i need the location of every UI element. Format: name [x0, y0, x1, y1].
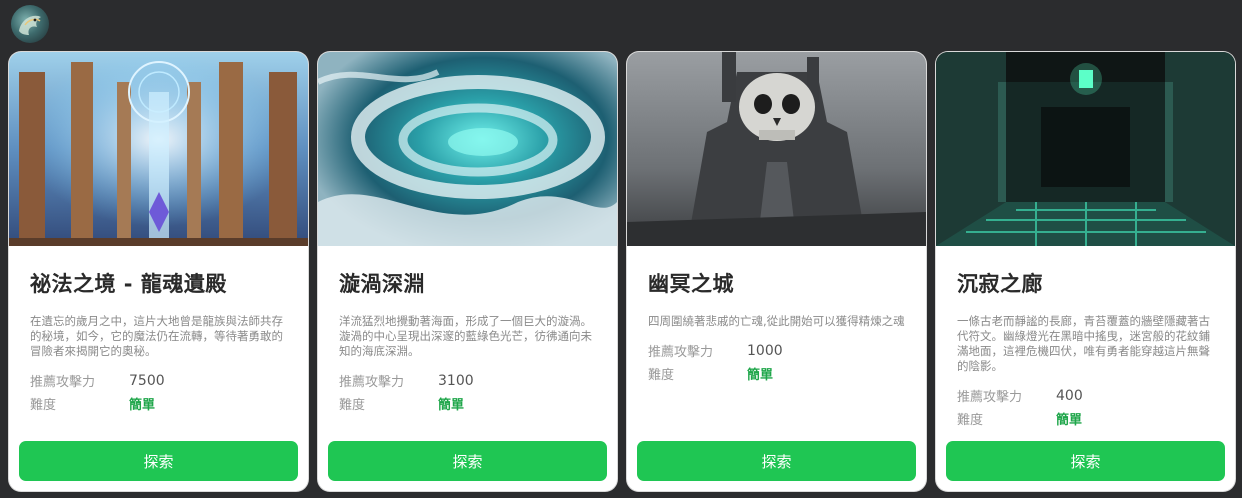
dungeon-card-list: 祕法之境 - 龍魂遺殿 在遺忘的歲月之中，這片大地曾是龍族與法師共存的秘境，如今… — [9, 52, 1235, 491]
difficulty-value: 簡單 — [438, 398, 465, 413]
dragon-avatar-icon[interactable] — [11, 5, 49, 43]
card-description: 洋流猛烈地攪動著海面，形成了一個巨大的漩渦。漩渦的中心呈現出深邃的藍綠色光芒，彷… — [339, 314, 592, 358]
difficulty-label: 難度 — [30, 398, 57, 413]
explore-button[interactable]: 探索 — [19, 441, 298, 481]
difficulty-value: 簡單 — [747, 368, 774, 383]
difficulty-row: 難度 簡單 — [648, 362, 906, 385]
explore-button[interactable]: 探索 — [328, 441, 607, 481]
difficulty-row: 難度 簡單 — [339, 392, 597, 415]
difficulty-value: 簡單 — [1056, 413, 1083, 428]
explore-button[interactable]: 探索 — [946, 441, 1225, 481]
dungeon-image-silent-corridor — [936, 52, 1235, 246]
power-label: 推薦攻擊力 — [339, 375, 405, 390]
card-description: 一條古老而靜謐的長廊，青苔覆蓋的牆壁隱藏著古代符文。幽綠燈光在黑暗中搖曳，迷宮般… — [957, 314, 1210, 373]
difficulty-label: 難度 — [648, 368, 675, 383]
card-title: 漩渦深淵 — [339, 272, 425, 296]
power-value: 3100 — [438, 372, 474, 389]
dungeon-card: 祕法之境 - 龍魂遺殿 在遺忘的歲月之中，這片大地曾是龍族與法師共存的秘境，如今… — [9, 52, 308, 491]
dungeon-image-skull-castle — [627, 52, 926, 246]
card-title: 幽冥之城 — [648, 272, 734, 296]
difficulty-row: 難度 簡單 — [957, 407, 1215, 430]
dungeon-card: 幽冥之城 四周圍繞著悲戚的亡魂,從此開始可以獲得精煉之魂 推薦攻擊力 1000 … — [627, 52, 926, 491]
dungeon-image-arcane-temple — [9, 52, 308, 246]
power-row: 推薦攻擊力 400 — [957, 384, 1215, 407]
power-row: 推薦攻擊力 1000 — [648, 339, 906, 362]
power-value: 400 — [1056, 387, 1083, 404]
power-value: 1000 — [747, 342, 783, 359]
explore-button[interactable]: 探索 — [637, 441, 916, 481]
power-label: 推薦攻擊力 — [648, 345, 714, 360]
card-description: 四周圍繞著悲戚的亡魂,從此開始可以獲得精煉之魂 — [648, 314, 905, 328]
difficulty-label: 難度 — [957, 413, 984, 428]
card-title: 祕法之境 - 龍魂遺殿 — [30, 272, 227, 296]
power-label: 推薦攻擊力 — [30, 375, 96, 390]
difficulty-value: 簡單 — [129, 398, 156, 413]
difficulty-row: 難度 簡單 — [30, 392, 288, 415]
dungeon-card: 漩渦深淵 洋流猛烈地攪動著海面，形成了一個巨大的漩渦。漩渦的中心呈現出深邃的藍綠… — [318, 52, 617, 491]
power-row: 推薦攻擊力 7500 — [30, 369, 288, 392]
dungeon-card: 沉寂之廊 一條古老而靜謐的長廊，青苔覆蓋的牆壁隱藏著古代符文。幽綠燈光在黑暗中搖… — [936, 52, 1235, 491]
card-title: 沉寂之廊 — [957, 272, 1043, 296]
power-value: 7500 — [129, 372, 165, 389]
top-bar — [0, 0, 1242, 50]
power-row: 推薦攻擊力 3100 — [339, 369, 597, 392]
card-description: 在遺忘的歲月之中，這片大地曾是龍族與法師共存的秘境，如今，它的魔法仍在流轉，等待… — [30, 314, 283, 358]
difficulty-label: 難度 — [339, 398, 366, 413]
dungeon-image-vortex — [318, 52, 617, 246]
power-label: 推薦攻擊力 — [957, 390, 1023, 405]
